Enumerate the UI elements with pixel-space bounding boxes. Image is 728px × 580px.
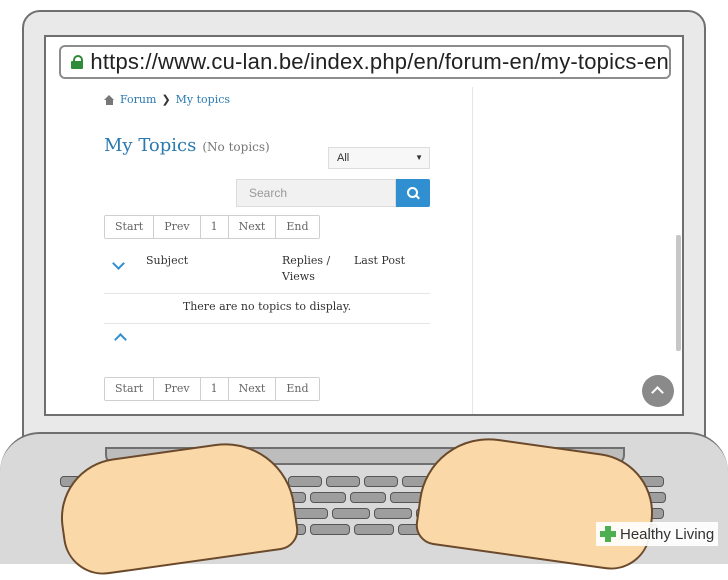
pagination-bottom: Start Prev 1 Next End	[104, 377, 320, 401]
health-cross-icon	[600, 526, 616, 542]
lock-icon	[71, 55, 83, 69]
browser-screen: https://www.cu-lan.be/index.php/en/forum…	[44, 35, 684, 416]
keyboard-key	[288, 476, 322, 487]
collapse-icon[interactable]	[112, 257, 125, 270]
search-placeholder: Search	[249, 186, 288, 200]
page-title: My Topics	[104, 135, 197, 156]
expand-icon[interactable]	[114, 333, 127, 346]
title-row: My Topics (No topics)	[104, 135, 270, 156]
keyboard-key	[310, 524, 350, 535]
pager-page[interactable]: 1	[200, 378, 229, 400]
keyboard-key	[354, 524, 394, 535]
table-divider	[104, 323, 430, 324]
address-bar[interactable]: https://www.cu-lan.be/index.php/en/forum…	[59, 45, 671, 79]
pagination-top: Start Prev 1 Next End	[104, 215, 320, 239]
keyboard-key	[332, 508, 370, 519]
pager-prev[interactable]: Prev	[154, 216, 201, 238]
pager-start[interactable]: Start	[105, 378, 155, 400]
breadcrumb: Forum ❯ My topics	[104, 93, 230, 106]
page-subtitle: (No topics)	[202, 140, 270, 154]
breadcrumb-forum[interactable]: Forum	[120, 93, 156, 106]
chevron-up-icon	[651, 386, 664, 399]
back-to-top-button[interactable]	[642, 375, 674, 407]
empty-message: There are no topics to display.	[182, 300, 352, 313]
keyboard-key	[364, 476, 398, 487]
keyboard-key	[350, 492, 386, 503]
pager-start[interactable]: Start	[105, 216, 155, 238]
search-button[interactable]	[396, 179, 430, 207]
pager-end[interactable]: End	[276, 378, 319, 400]
pager-page[interactable]: 1	[200, 216, 229, 238]
pager-next[interactable]: Next	[228, 216, 277, 238]
watermark: Healthy Living	[596, 522, 719, 546]
topic-filter-select[interactable]: All ▼	[328, 147, 430, 169]
column-subject: Subject	[146, 254, 189, 267]
watermark-text: Healthy Living	[620, 525, 715, 543]
column-views: Views	[282, 270, 315, 283]
keyboard-key	[326, 476, 360, 487]
keyboard-key	[374, 508, 412, 519]
pager-prev[interactable]: Prev	[154, 378, 201, 400]
scrollbar[interactable]	[676, 235, 681, 351]
filter-value: All	[337, 152, 350, 164]
keyboard-key	[310, 492, 346, 503]
pager-next[interactable]: Next	[228, 378, 277, 400]
url-text: https://www.cu-lan.be/index.php/en/forum…	[90, 49, 669, 74]
table-divider	[104, 293, 430, 294]
search-input[interactable]: Search	[236, 179, 396, 207]
chevron-right-icon: ❯	[161, 93, 171, 106]
home-icon[interactable]	[104, 94, 115, 105]
column-last-post: Last Post	[354, 254, 406, 267]
forum-page: Forum ❯ My topics My Topics (No topics) …	[46, 87, 682, 414]
dropdown-arrow-icon: ▼	[415, 153, 423, 162]
breadcrumb-my-topics[interactable]: My topics	[176, 93, 230, 106]
pager-end[interactable]: End	[276, 216, 319, 238]
column-replies: Replies /	[282, 254, 331, 267]
sidebar-divider	[472, 87, 473, 414]
